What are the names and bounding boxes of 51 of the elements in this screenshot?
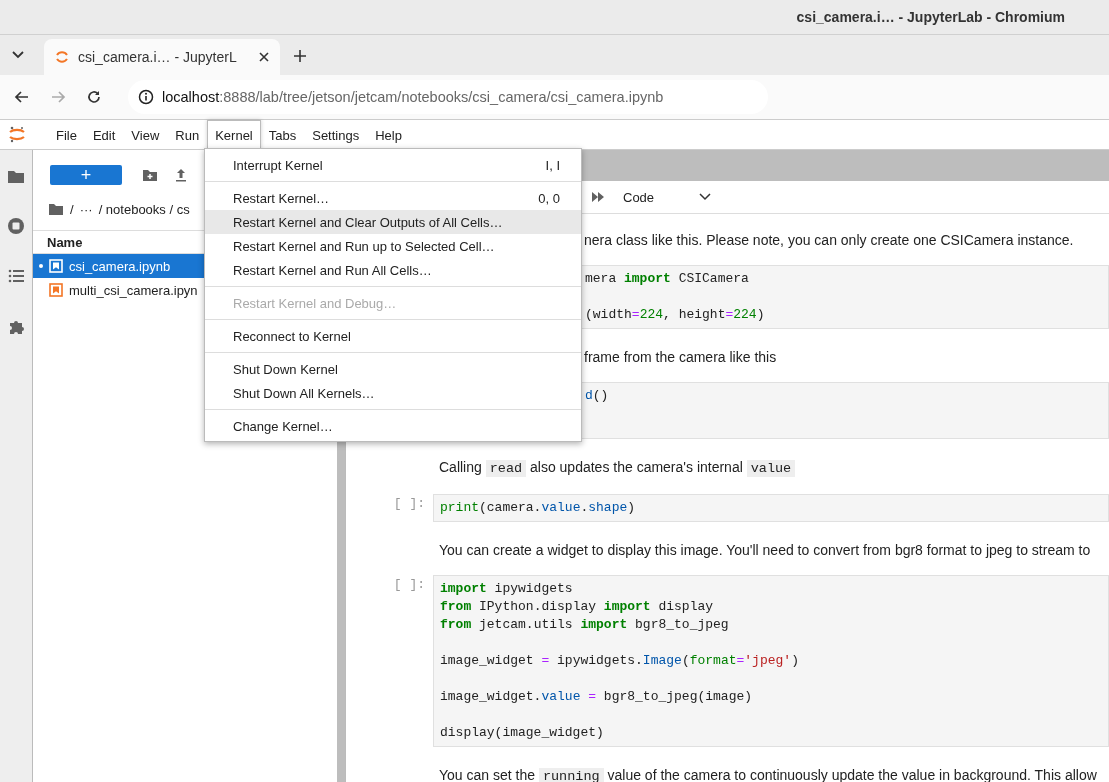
folder-icon[interactable] xyxy=(48,201,64,217)
breadcrumb-item[interactable]: / notebooks / cs xyxy=(98,201,190,217)
code-cell[interactable]: print(camera.value.shape) xyxy=(433,494,1109,522)
list-icon[interactable] xyxy=(8,268,24,284)
address-bar[interactable]: localhost:8888/lab/tree/jetson/jetcam/notebooks/csi_camera/csi_camera.ipynb xyxy=(128,80,768,114)
code-line: image_widget = ipywidgets.Image(format='jpeg') xyxy=(440,652,800,670)
menu-bar-entry[interactable]: Edit xyxy=(84,120,124,149)
upload-icon[interactable] xyxy=(174,166,188,183)
menu-bar-entry[interactable]: Help xyxy=(367,120,410,149)
markdown-text: You can set the running value of the camera to continuously update the value in background. This allow xyxy=(439,767,1097,782)
folder-icon[interactable] xyxy=(7,168,25,184)
stop-circle-icon[interactable] xyxy=(7,217,25,235)
fast-forward-icon[interactable] xyxy=(591,190,605,204)
code-line: import ipywidgets xyxy=(440,580,574,598)
menu-entry[interactable]: Interrupt Kernel I, I xyxy=(205,153,581,177)
browser-tab[interactable]: csi_camera.i… - JupyterL xyxy=(44,39,280,75)
menu-bar-entry[interactable]: Kernel xyxy=(207,120,261,150)
jupyter-logo-icon xyxy=(54,49,70,65)
cell-prompt: [ ]: xyxy=(393,577,425,592)
menu-entry[interactable]: Restart Kernel… 0, 0 xyxy=(205,186,581,210)
menu-bar-entry[interactable]: Tabs xyxy=(260,120,305,149)
jupyter-logo-icon xyxy=(8,125,26,144)
markdown-text: frame from the camera like this xyxy=(584,349,777,365)
cell-prompt: [ ]: xyxy=(393,496,425,511)
code-line: from IPython.display import display xyxy=(440,598,715,616)
code-line: (width=224, height=224) xyxy=(585,306,766,324)
menu-bar-entry[interactable]: View xyxy=(123,120,168,149)
back-icon[interactable] xyxy=(14,89,30,105)
code-line: mera import CSICamera xyxy=(585,270,750,288)
markdown-text: nera class like this. Please note, you can only create one CSICamera instance. xyxy=(584,232,1074,248)
code-line: d() xyxy=(585,387,610,405)
breadcrumb-item[interactable]: ··· xyxy=(79,201,93,217)
cell-type-dropdown[interactable]: Code xyxy=(619,187,717,207)
menu-bar-entry[interactable]: Run xyxy=(167,120,208,149)
menu-bar-entry[interactable]: File xyxy=(48,120,85,149)
new-launcher-button[interactable]: + xyxy=(50,164,122,185)
new-tab-icon[interactable] xyxy=(292,48,308,64)
info-icon xyxy=(138,89,154,105)
code-line: image_widget.value = bgr8_to_jpeg(image) xyxy=(440,688,754,706)
markdown-text: Calling read also updates the camera's internal value xyxy=(439,459,796,475)
code-line: display(image_widget) xyxy=(440,724,605,742)
markdown-text: You can create a widget to display this image. You'll need to convert from bgr8 format to jpeg to stream to xyxy=(439,542,1091,558)
code-line: from jetcam.utils import bgr8_to_jpeg xyxy=(440,616,730,634)
breadcrumb-item[interactable]: / xyxy=(70,201,74,217)
menu-bar-entry[interactable]: Settings xyxy=(304,120,368,149)
reload-icon[interactable] xyxy=(86,89,102,105)
menu-entry[interactable]: Restart Kernel and Clear Outputs of All Cells… xyxy=(205,210,581,234)
window-title: csi_camera.i… - JupyterLab - Chromium xyxy=(796,9,1065,25)
code-line: print(camera.value.shape) xyxy=(440,499,637,517)
code-cell[interactable] xyxy=(433,575,1109,747)
menu-entry[interactable]: Shut Down Kernel xyxy=(205,357,581,381)
